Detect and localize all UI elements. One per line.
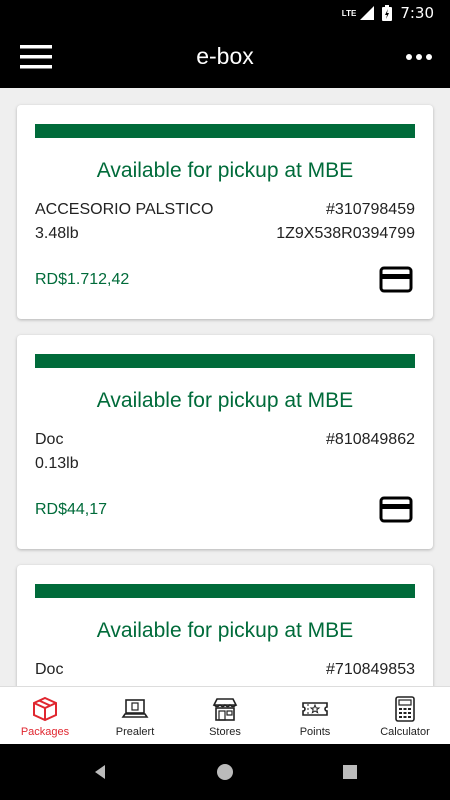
app-title: e-box xyxy=(196,43,254,69)
package-weight: 0.13lb xyxy=(35,455,79,472)
package-card[interactable]: Available for pickup at MBE Doc #7108498… xyxy=(17,565,433,686)
nav-packages[interactable]: Packages xyxy=(0,687,90,744)
nav-prealert[interactable]: Prealert xyxy=(90,687,180,744)
bottom-navigation: Packages Prealert Stores Points Calculat… xyxy=(0,686,450,744)
package-list[interactable]: Available for pickup at MBE ACCESORIO PA… xyxy=(0,88,450,686)
package-card[interactable]: Available for pickup at MBE ACCESORIO PA… xyxy=(17,105,433,319)
package-number: #710849853 xyxy=(326,661,415,678)
ticket-icon xyxy=(302,702,328,716)
status-bar-indicator xyxy=(35,584,415,598)
credit-card-icon[interactable] xyxy=(379,495,413,525)
store-icon xyxy=(212,698,238,721)
package-description: Doc xyxy=(35,431,64,448)
credit-card-icon[interactable] xyxy=(379,265,413,295)
package-status: Available for pickup at MBE xyxy=(96,389,354,412)
clock: 7:30 xyxy=(400,4,434,22)
package-weight: 3.48lb xyxy=(35,225,79,242)
package-status: Available for pickup at MBE xyxy=(96,619,354,642)
status-bar-indicator xyxy=(35,124,415,138)
nav-label: Stores xyxy=(209,726,241,738)
package-price: RD$44,17 xyxy=(35,501,108,518)
status-bar: LTE 7:30 xyxy=(0,0,450,26)
laptop-icon xyxy=(121,699,149,718)
system-navigation-bar xyxy=(0,744,450,800)
package-description: ACCESORIO PALSTICO xyxy=(35,201,214,218)
app-bar: e-box xyxy=(0,26,450,88)
package-card[interactable]: Available for pickup at MBE Doc #8108498… xyxy=(17,335,433,549)
calculator-icon xyxy=(395,696,415,722)
package-price: RD$1.712,42 xyxy=(35,271,130,288)
nav-calculator[interactable]: Calculator xyxy=(360,687,450,744)
battery-icon xyxy=(382,5,393,21)
package-icon xyxy=(33,696,57,722)
back-icon[interactable] xyxy=(89,761,111,783)
nav-stores[interactable]: Stores xyxy=(180,687,270,744)
nav-points[interactable]: Points xyxy=(270,687,360,744)
tracking-number: 1Z9X538R0394799 xyxy=(276,225,415,242)
nav-label: Packages xyxy=(20,726,70,738)
package-description: Doc xyxy=(35,661,64,678)
nav-label: Calculator xyxy=(380,726,430,738)
status-bar-indicator xyxy=(35,354,415,368)
package-number: #810849862 xyxy=(326,431,415,448)
nav-label: Points xyxy=(299,726,331,738)
home-icon[interactable] xyxy=(214,761,236,783)
recents-icon[interactable] xyxy=(339,761,361,783)
package-number: #310798459 xyxy=(326,201,415,218)
network-type: LTE xyxy=(341,8,357,18)
more-options-icon[interactable] xyxy=(404,44,434,70)
nav-label: Prealert xyxy=(115,726,155,738)
signal-icon xyxy=(360,6,375,20)
package-status: Available for pickup at MBE xyxy=(96,159,354,182)
